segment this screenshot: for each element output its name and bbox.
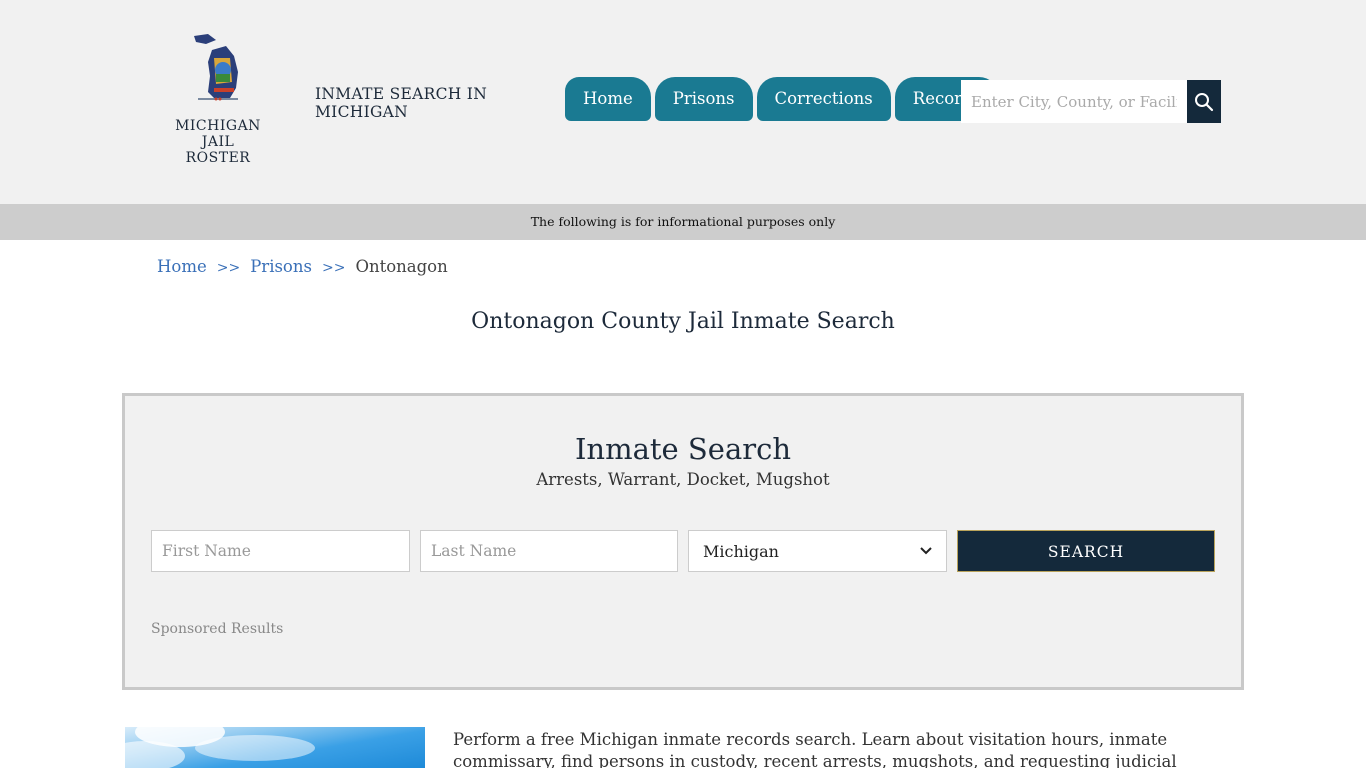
logo-text-line2: JAIL ROSTER: [185, 134, 251, 166]
site-search-button[interactable]: [1187, 80, 1221, 123]
panel-title: Inmate Search: [574, 432, 792, 466]
nav-prisons[interactable]: Prisons: [654, 77, 753, 121]
breadcrumb-separator: >>: [216, 260, 241, 276]
search-icon: [1195, 92, 1214, 111]
page-title: Ontonagon County Jail Inmate Search: [471, 309, 895, 334]
site-search: [961, 80, 1221, 123]
site-header: MICHIGAN JAIL ROSTER INMATE SEARCH IN MI…: [0, 0, 1366, 204]
sponsored-label: Sponsored Results: [151, 621, 284, 637]
michigan-map-icon: [194, 34, 238, 101]
breadcrumb: Home >> Prisons >> Ontonagon: [157, 257, 448, 279]
main-nav: Home Prisons Corrections Records: [565, 77, 1000, 121]
state-select-value: Michigan: [703, 541, 779, 561]
breadcrumb-separator: >>: [321, 260, 346, 276]
breadcrumb-home[interactable]: Home: [157, 257, 207, 279]
nav-home[interactable]: Home: [565, 77, 651, 121]
state-select[interactable]: Michigan: [688, 530, 947, 572]
breadcrumb-prisons[interactable]: Prisons: [250, 257, 312, 279]
nav-corrections[interactable]: Corrections: [756, 77, 891, 121]
sky-image: [125, 727, 425, 768]
site-title: INMATE SEARCH IN MICHIGAN: [315, 85, 488, 121]
inmate-search-panel: Inmate Search Arrests, Warrant, Docket, …: [122, 393, 1244, 690]
first-name-input[interactable]: [151, 530, 410, 572]
last-name-input[interactable]: [420, 530, 678, 572]
logo-text-line1: MICHIGAN: [175, 118, 261, 134]
site-search-input[interactable]: [961, 80, 1187, 123]
chevron-down-icon: [920, 547, 932, 555]
site-logo[interactable]: MICHIGAN JAIL ROSTER: [168, 32, 268, 166]
intro-paragraph: Perform a free Michigan inmate records s…: [453, 730, 1177, 768]
info-bar: The following is for informational purpo…: [0, 204, 1366, 240]
search-button[interactable]: SEARCH: [957, 530, 1215, 572]
panel-subtitle: Arrests, Warrant, Docket, Mugshot: [536, 470, 830, 489]
breadcrumb-current: Ontonagon: [355, 257, 448, 276]
